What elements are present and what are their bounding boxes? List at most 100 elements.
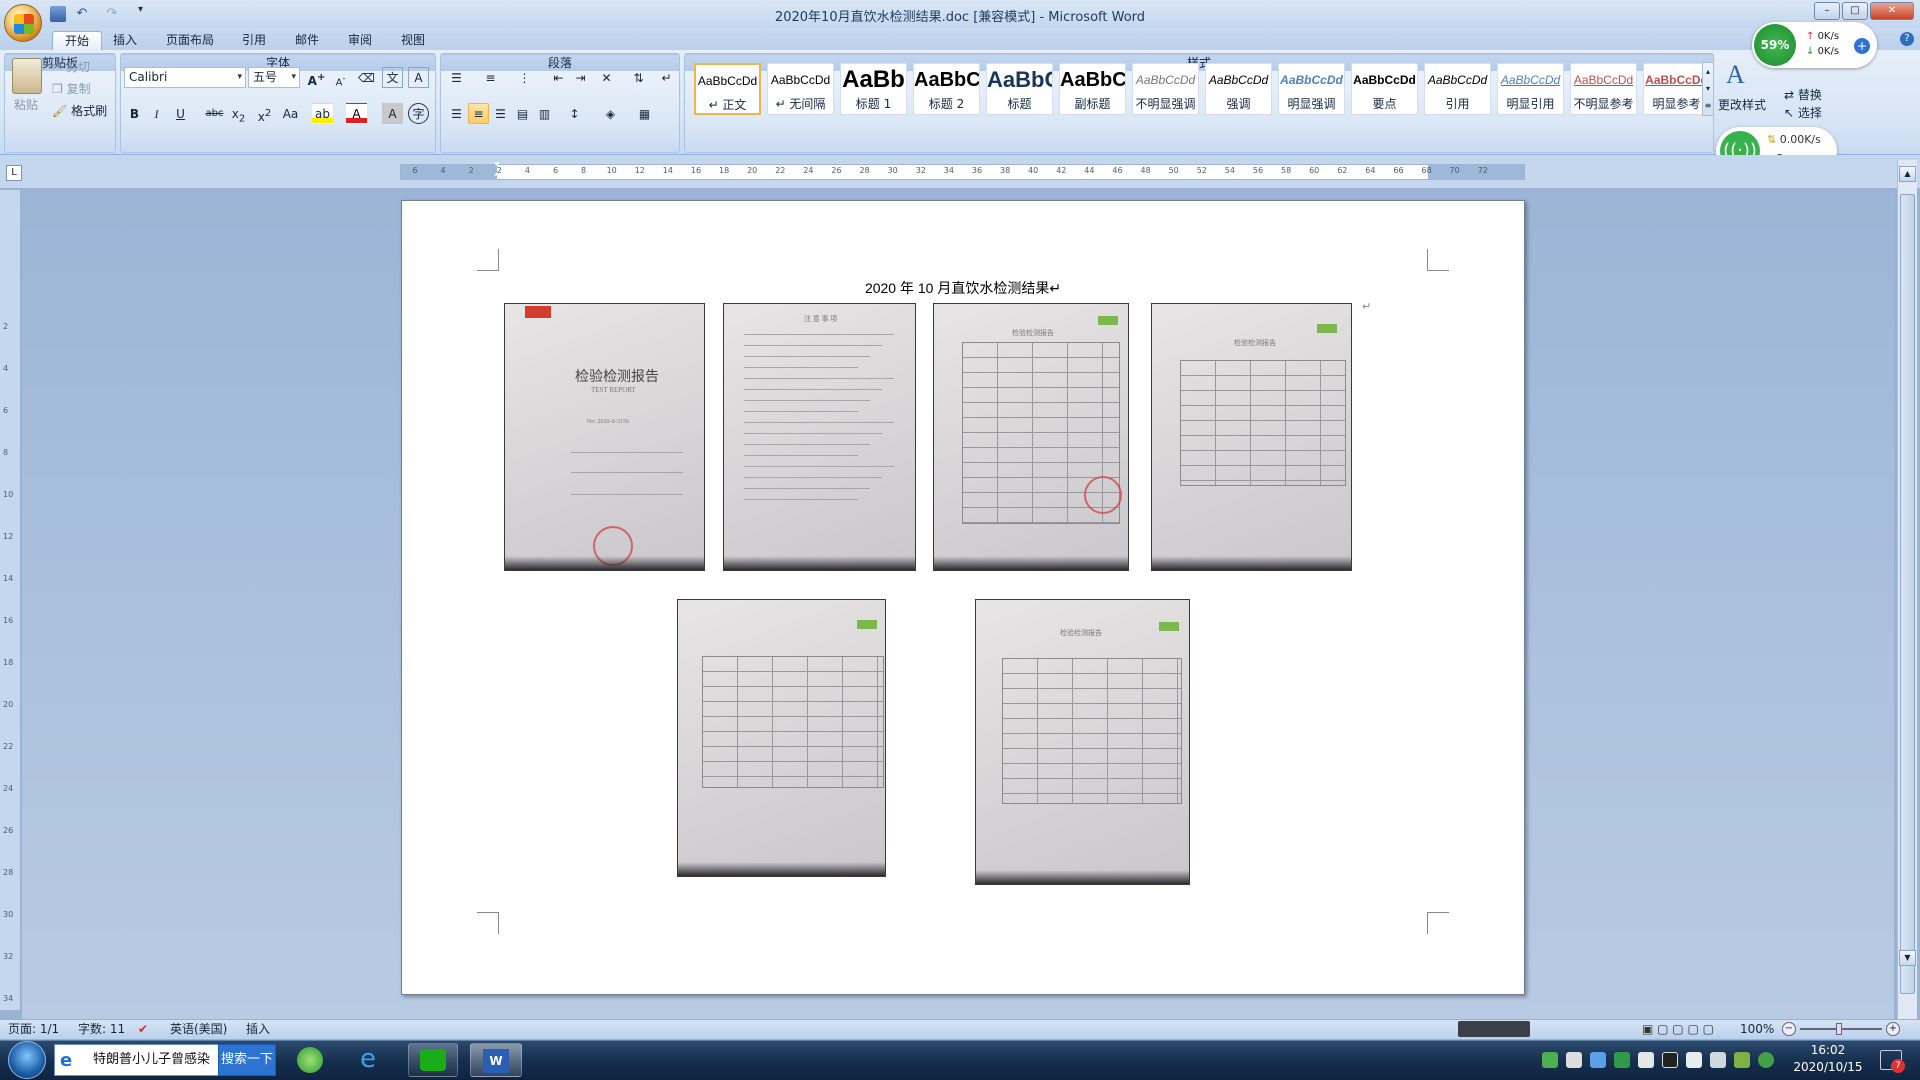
align-right-icon[interactable]: ☰ (490, 103, 511, 124)
change-styles-button[interactable]: 更改样式 (1718, 96, 1766, 113)
style-4[interactable]: AaBbC 标题 2 (913, 63, 980, 115)
help-icon[interactable]: ? (1900, 32, 1914, 46)
style-8[interactable]: AaBbCcDd 强调 (1205, 63, 1272, 115)
font-size-select[interactable]: 五号 (248, 67, 300, 88)
select-button[interactable]: ↖ 选择 (1784, 104, 1822, 122)
grow-font-icon[interactable]: A+ (306, 67, 327, 88)
shrink-font-icon[interactable]: A- (330, 67, 351, 88)
input-method-bar[interactable] (1458, 1021, 1530, 1037)
scroll-thumb[interactable] (1900, 194, 1915, 994)
cut-button[interactable]: ✂ 剪切 (52, 58, 90, 76)
scroll-down-icon[interactable]: ▼ (1899, 950, 1916, 966)
decrease-indent-icon[interactable]: ⇤ (548, 67, 569, 88)
tab-review[interactable]: 审阅 (336, 31, 384, 50)
report-photo-table-3[interactable]: 检验检测报告 (975, 599, 1190, 885)
close-button[interactable]: ✕ (1870, 2, 1914, 20)
maximize-button[interactable]: □ (1842, 2, 1868, 20)
paste-icon[interactable] (12, 58, 42, 94)
style-5[interactable]: AaBbC 标题 (986, 63, 1053, 115)
distributed-icon[interactable]: ▥ (534, 103, 555, 124)
tab-insert[interactable]: 插入 (101, 31, 149, 50)
report-photo-notes[interactable]: 注 意 事 项 (723, 303, 916, 571)
font-color-icon[interactable]: A (346, 103, 367, 124)
tray-qq-icon[interactable] (1662, 1052, 1678, 1068)
report-photo-form[interactable]: 检验检测报告 (933, 303, 1129, 571)
subscript-icon[interactable]: x2 (228, 103, 249, 124)
tray-network-icon[interactable] (1686, 1052, 1702, 1068)
tray-ime-icon[interactable] (1734, 1052, 1750, 1068)
style-12[interactable]: AaBbCcDd 明显引用 (1497, 63, 1564, 115)
style-9[interactable]: AaBbCcDd 明显强调 (1278, 63, 1345, 115)
tray-signal-icon[interactable] (1710, 1052, 1726, 1068)
superscript-icon[interactable]: x2 (254, 103, 275, 124)
start-button[interactable] (8, 1041, 46, 1079)
report-photo-cover[interactable]: 检验检测报告 TEST REPORT No: 2020-S-3156 (504, 303, 705, 571)
word-count[interactable]: 字数: 11 (78, 1021, 125, 1037)
vertical-ruler[interactable]: 2 4 6 8 10 12 14 16 18 20 22 24 26 28 30 32 34 (0, 190, 20, 1010)
zoom-in-icon[interactable]: + (1886, 1022, 1900, 1036)
proofing-icon[interactable]: ✔ (138, 1021, 148, 1037)
style-11[interactable]: AaBbCcDd 引用 (1424, 63, 1491, 115)
char-border-icon[interactable]: A (408, 67, 429, 88)
minimize-button[interactable]: – (1814, 2, 1840, 20)
zoom-out-icon[interactable]: − (1782, 1022, 1796, 1036)
font-name-select[interactable]: Calibri (124, 67, 246, 88)
view-buttons[interactable]: ▣ ▢ ▢ ▢ ▢ (1642, 1021, 1714, 1037)
clear-format-icon[interactable]: ⌫ (356, 67, 377, 88)
style-13[interactable]: AaBbCcDd 不明显参考 (1570, 63, 1637, 115)
page-count[interactable]: 页面: 1/1 (8, 1021, 59, 1037)
horizontal-ruler[interactable]: 6 4 2 2 4 6 8 10 12 14 16 18 20 22 24 26 28 30 32 34 36 38 40 4… (400, 164, 1525, 180)
insert-mode[interactable]: 插入 (246, 1021, 270, 1037)
vertical-scrollbar[interactable]: ▲ ▼ (1897, 160, 1917, 1020)
styles-scroll[interactable]: ▴ ▾ ≡ (1702, 62, 1714, 116)
taskbar-search-input[interactable]: 特朗普小儿子曾感染 (54, 1044, 220, 1076)
copy-button[interactable]: ❐ 复制 (52, 80, 91, 98)
align-left-icon[interactable]: ☰ (446, 103, 467, 124)
tray-wechat-icon[interactable] (1758, 1052, 1774, 1068)
shading-icon[interactable]: ◈ (600, 103, 621, 124)
borders-icon[interactable]: ▦ (634, 103, 655, 124)
strikethrough-icon[interactable]: abc (204, 103, 225, 124)
word-taskbar-icon[interactable]: W (470, 1043, 522, 1077)
bullets-icon[interactable]: ☰ (446, 67, 467, 88)
format-painter-button[interactable]: 🖌 格式刷 (52, 102, 107, 120)
style-2[interactable]: AaBbCcDd ↵ 无间隔 (767, 63, 834, 115)
underline-icon[interactable]: U (170, 103, 191, 124)
char-shading-icon[interactable]: A (382, 103, 403, 124)
increase-indent-icon[interactable]: ⇥ (570, 67, 591, 88)
document-title[interactable]: 2020 年 10 月直饮水检测结果↵ (401, 278, 1525, 298)
tab-selector[interactable]: L (6, 165, 22, 181)
taskbar-search-button[interactable]: 搜索一下 (218, 1044, 276, 1076)
style-10[interactable]: AaBbCcDd 要点 (1351, 63, 1418, 115)
indent-marker[interactable]: ⏷ ⏶ (491, 160, 503, 182)
numbering-icon[interactable]: ≡ (480, 67, 501, 88)
justify-icon[interactable]: ▤ (512, 103, 533, 124)
tray-wifi-icon[interactable] (1542, 1052, 1558, 1068)
line-spacing-icon[interactable]: ↕ (564, 103, 585, 124)
zoom-thumb[interactable] (1836, 1023, 1842, 1035)
show-marks-icon[interactable]: ↵ (656, 67, 677, 88)
language-status[interactable]: 英语(美国) (170, 1021, 227, 1037)
add-icon[interactable]: + (1854, 38, 1870, 54)
tab-mailings[interactable]: 邮件 (283, 31, 331, 50)
style-1[interactable]: AaBbCcDd ↵ 正文 (694, 63, 761, 115)
ie-icon[interactable]: e (350, 1043, 386, 1077)
tray-cloud-icon[interactable] (1590, 1052, 1606, 1068)
style-3[interactable]: AaBb 标题 1 (840, 63, 907, 115)
multilevel-list-icon[interactable]: ⋮ (514, 67, 535, 88)
zoom-level[interactable]: 100% (1740, 1021, 1774, 1037)
scroll-up-icon[interactable]: ▲ (1899, 166, 1916, 182)
tray-app-icon[interactable] (1566, 1052, 1582, 1068)
app-360-icon[interactable] (292, 1043, 328, 1077)
replace-button[interactable]: ⇄ 替换 (1784, 86, 1822, 104)
phonetic-guide-icon[interactable]: 文 (382, 67, 403, 88)
change-styles-icon[interactable]: A (1726, 60, 1745, 90)
office-button[interactable] (4, 4, 42, 42)
italic-icon[interactable]: I (146, 103, 167, 124)
report-photo-table-2[interactable] (677, 599, 886, 877)
tray-shield-icon[interactable] (1614, 1052, 1630, 1068)
paste-button[interactable]: 粘贴 (14, 96, 38, 114)
highlight-icon[interactable]: ab (312, 103, 333, 124)
enclose-char-icon[interactable]: 字 (408, 103, 429, 124)
wechat-video-icon[interactable] (408, 1043, 458, 1077)
